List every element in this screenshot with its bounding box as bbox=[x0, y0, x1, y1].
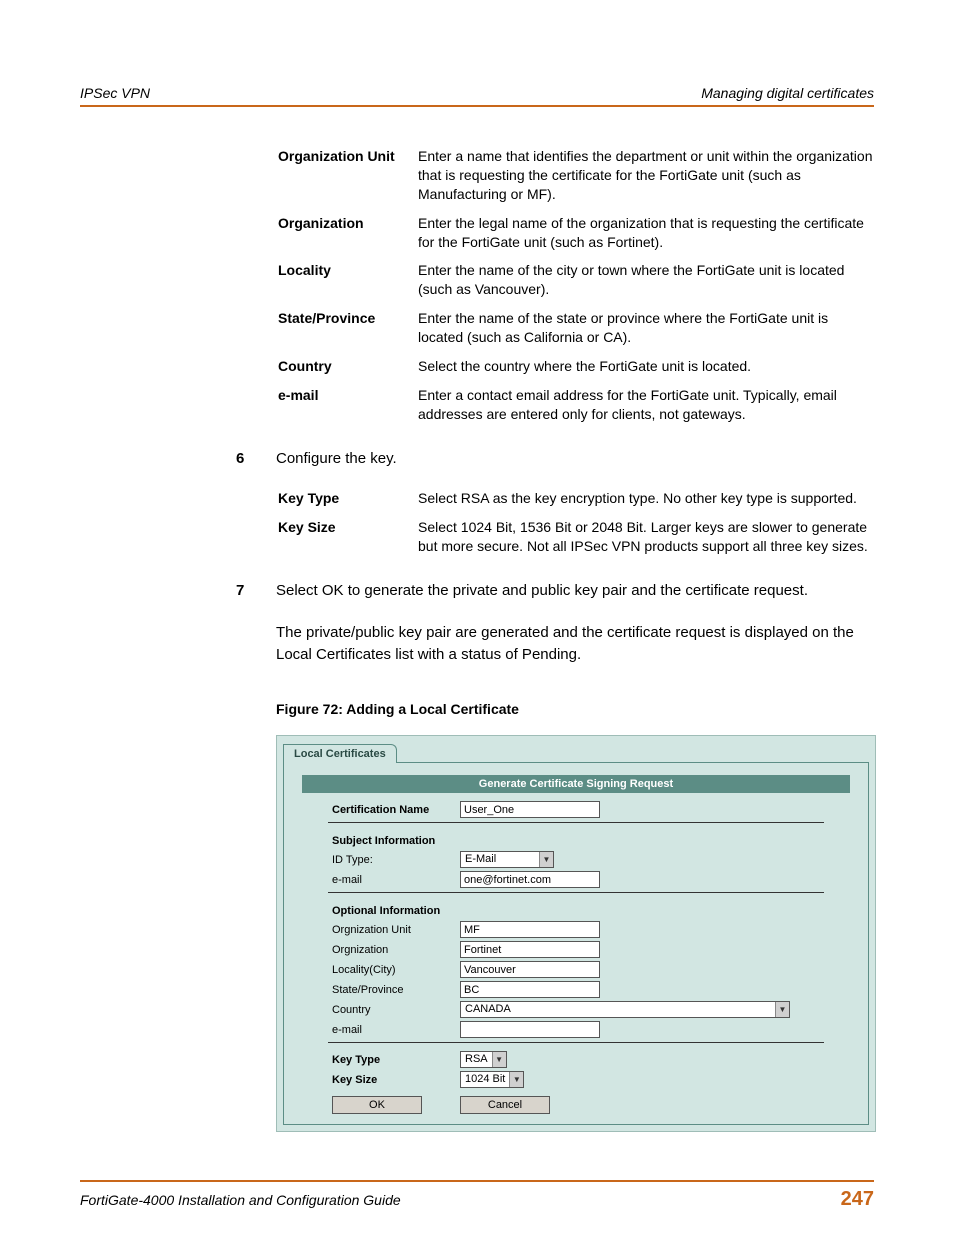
def-desc: Enter a name that identifies the departm… bbox=[418, 147, 874, 204]
header-left: IPSec VPN bbox=[80, 85, 150, 101]
key-type-label: Key Type bbox=[332, 1054, 460, 1066]
key-size-value: 1024 Bit bbox=[461, 1072, 509, 1087]
chevron-down-icon: ▼ bbox=[539, 852, 553, 867]
chevron-down-icon: ▼ bbox=[775, 1002, 789, 1017]
chevron-down-icon: ▼ bbox=[509, 1072, 523, 1087]
cancel-button[interactable]: Cancel bbox=[460, 1096, 550, 1114]
step-text: Configure the key. bbox=[276, 448, 874, 470]
id-type-label: ID Type: bbox=[332, 854, 460, 866]
divider bbox=[328, 822, 824, 823]
def-label: e-mail bbox=[278, 386, 418, 424]
def-desc: Select RSA as the key encryption type. N… bbox=[418, 489, 874, 508]
definition-table-1: Organization UnitEnter a name that ident… bbox=[278, 147, 874, 424]
state-input[interactable] bbox=[460, 981, 600, 998]
divider bbox=[328, 1042, 824, 1043]
page-header: IPSec VPN Managing digital certificates bbox=[80, 85, 874, 101]
header-right: Managing digital certificates bbox=[701, 85, 874, 101]
chevron-down-icon: ▼ bbox=[492, 1052, 506, 1067]
tab-local-certificates[interactable]: Local Certificates bbox=[283, 744, 397, 763]
figure-local-certificates: Local Certificates Generate Certificate … bbox=[276, 735, 876, 1132]
tab-strip: Local Certificates bbox=[277, 736, 875, 762]
org-unit-label: Orgnization Unit bbox=[332, 924, 460, 936]
key-size-label: Key Size bbox=[332, 1074, 460, 1086]
def-desc: Enter the legal name of the organization… bbox=[418, 214, 874, 252]
key-type-value: RSA bbox=[461, 1052, 492, 1067]
panel-title: Generate Certificate Signing Request bbox=[302, 775, 850, 793]
step-7: 7 Select OK to generate the private and … bbox=[80, 580, 874, 602]
def-label: Country bbox=[278, 357, 418, 376]
def-label: Organization bbox=[278, 214, 418, 252]
org-input[interactable] bbox=[460, 941, 600, 958]
country-label: Country bbox=[332, 1004, 460, 1016]
definition-table-2: Key TypeSelect RSA as the key encryption… bbox=[278, 489, 874, 556]
def-desc: Enter the name of the city or town where… bbox=[418, 261, 874, 299]
def-label: Locality bbox=[278, 261, 418, 299]
step-text: Select OK to generate the private and pu… bbox=[276, 580, 874, 602]
state-label: State/Province bbox=[332, 984, 460, 996]
cert-name-label: Certification Name bbox=[332, 804, 460, 816]
key-type-select[interactable]: RSA ▼ bbox=[460, 1051, 507, 1068]
step-number: 6 bbox=[236, 448, 276, 470]
optional-info-header: Optional Information bbox=[332, 905, 868, 917]
step-6: 6 Configure the key. bbox=[80, 448, 874, 470]
step-7-extra: The private/public key pair are generate… bbox=[276, 622, 874, 666]
def-label: Key Size bbox=[278, 518, 418, 556]
id-type-select[interactable]: E-Mail ▼ bbox=[460, 851, 554, 868]
divider bbox=[328, 892, 824, 893]
header-rule bbox=[80, 105, 874, 107]
footer-rule bbox=[80, 1180, 874, 1182]
def-desc: Select 1024 Bit, 1536 Bit or 2048 Bit. L… bbox=[418, 518, 874, 556]
page-footer: FortiGate-4000 Installation and Configur… bbox=[80, 1188, 874, 1211]
subject-info-header: Subject Information bbox=[332, 835, 868, 847]
tab-panel: Generate Certificate Signing Request Cer… bbox=[283, 762, 869, 1125]
def-desc: Enter the name of the state or province … bbox=[418, 309, 874, 347]
locality-label: Locality(City) bbox=[332, 964, 460, 976]
ok-button[interactable]: OK bbox=[332, 1096, 422, 1114]
org-label: Orgnization bbox=[332, 944, 460, 956]
def-desc: Select the country where the FortiGate u… bbox=[418, 357, 874, 376]
footer-text: FortiGate-4000 Installation and Configur… bbox=[80, 1192, 401, 1208]
country-value: CANADA bbox=[461, 1002, 775, 1017]
step-number: 7 bbox=[236, 580, 276, 602]
id-type-value: E-Mail bbox=[461, 852, 539, 867]
page-number: 247 bbox=[841, 1188, 874, 1211]
def-label: State/Province bbox=[278, 309, 418, 347]
def-desc: Enter a contact email address for the Fo… bbox=[418, 386, 874, 424]
email-label: e-mail bbox=[332, 874, 460, 886]
email-input[interactable] bbox=[460, 871, 600, 888]
figure-caption: Figure 72: Adding a Local Certificate bbox=[276, 701, 874, 717]
locality-input[interactable] bbox=[460, 961, 600, 978]
opt-email-input[interactable] bbox=[460, 1021, 600, 1038]
key-size-select[interactable]: 1024 Bit ▼ bbox=[460, 1071, 524, 1088]
opt-email-label: e-mail bbox=[332, 1024, 460, 1036]
org-unit-input[interactable] bbox=[460, 921, 600, 938]
country-select[interactable]: CANADA ▼ bbox=[460, 1001, 790, 1018]
def-label: Key Type bbox=[278, 489, 418, 508]
def-label: Organization Unit bbox=[278, 147, 418, 204]
cert-name-input[interactable] bbox=[460, 801, 600, 818]
